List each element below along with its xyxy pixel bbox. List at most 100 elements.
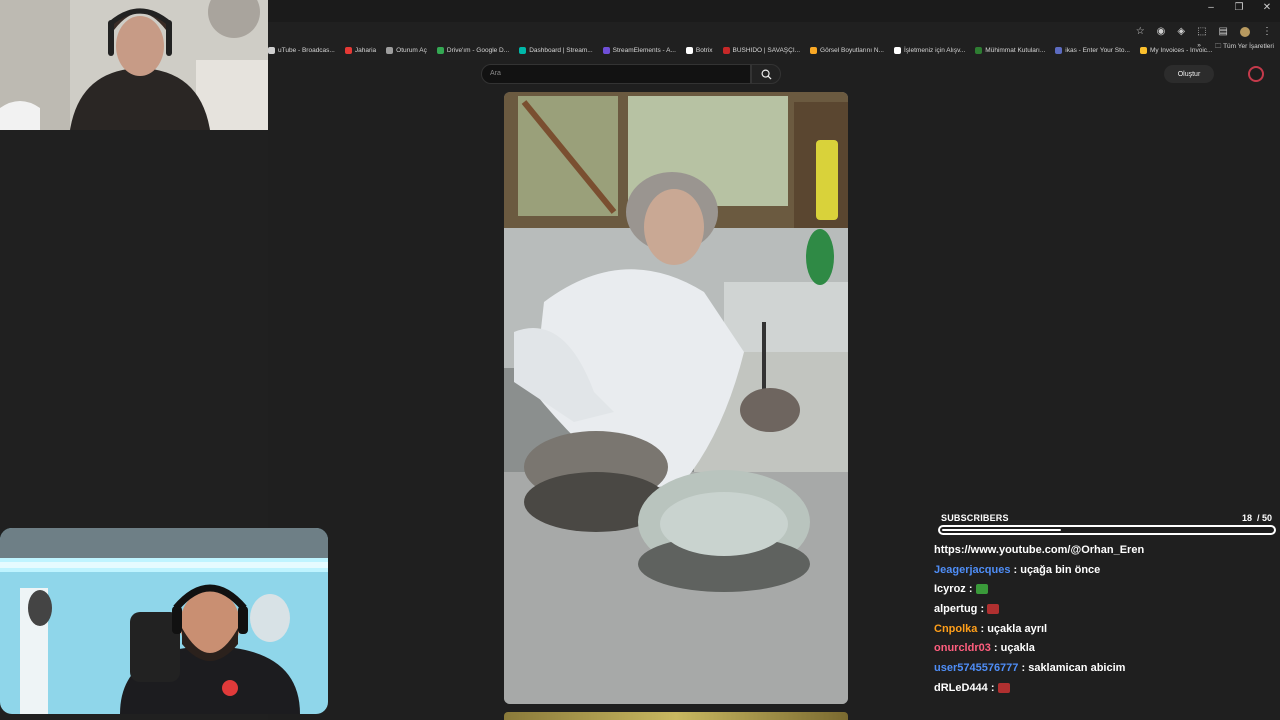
bookmark-item[interactable]: StreamElements - A... bbox=[602, 46, 676, 54]
bookmark-item[interactable]: BUSHIDO | SAVAŞÇI... bbox=[722, 46, 801, 54]
chat-message: dRLeD444 : bbox=[934, 679, 1280, 699]
bookmark-favicon-icon bbox=[344, 46, 352, 54]
bookmark-favicon-icon bbox=[602, 46, 610, 54]
subscribers-count: 18 / 50 bbox=[1242, 513, 1272, 523]
browser-toolbar-icons: ☆ ◉ ◈ ⬚ ▤ ⋮ bbox=[1136, 26, 1272, 37]
chat-text: uçakla bbox=[1000, 642, 1035, 655]
bookmark-label: StreamElements - A... bbox=[612, 46, 676, 54]
search-placeholder: Ara bbox=[490, 70, 501, 77]
bookmark-label: Mühimmat Kutuları... bbox=[985, 46, 1046, 54]
chat-message: Jeagerjacques : uçağa bin önce bbox=[934, 561, 1280, 581]
create-button[interactable]: Oluştur bbox=[1164, 65, 1214, 83]
bookmark-favicon-icon bbox=[519, 46, 527, 54]
chat-text: uçakla ayrıl bbox=[987, 622, 1048, 635]
bookmark-label: Oturum Aç bbox=[396, 46, 427, 54]
bookmark-item[interactable]: Jaharia bbox=[344, 46, 377, 54]
bookmark-label: Drive'ım - Google D... bbox=[446, 46, 510, 54]
chat-message: alpertug : bbox=[934, 600, 1280, 620]
chat-separator: : bbox=[990, 642, 1001, 655]
bookmark-favicon-icon bbox=[436, 46, 444, 54]
bookmark-favicon-icon bbox=[1139, 46, 1147, 54]
bookmark-favicon-icon bbox=[1055, 46, 1063, 54]
chat-username: user5745576777 bbox=[934, 662, 1019, 675]
bookmark-favicon-icon bbox=[386, 46, 394, 54]
minimize-button[interactable]: – bbox=[1204, 2, 1218, 13]
bookmarks-bar: uTube - Broadcas... Jaharia Oturum Aç Drive… bbox=[268, 42, 1280, 58]
bookmark-label: BUSHIDO | SAVAŞÇI... bbox=[732, 46, 801, 54]
bookmark-label: Dashboard | Stream... bbox=[529, 46, 593, 54]
star-icon[interactable]: ☆ bbox=[1136, 26, 1145, 37]
chat-overlay: https://www.youtube.com/@Orhan_Eren Jeage… bbox=[934, 541, 1280, 699]
chat-separator: : bbox=[977, 622, 988, 635]
chat-text: uçağa bin önce bbox=[1020, 563, 1101, 576]
puzzle-icon[interactable]: ⬚ bbox=[1197, 26, 1206, 37]
chat-message: https://www.youtube.com/@Orhan_Eren bbox=[934, 541, 1280, 561]
bookmark-item[interactable]: İşletmeniz için Alışv... bbox=[894, 46, 966, 54]
chat-message: user5745576777 : saklamican abicim bbox=[934, 659, 1280, 679]
bookmarks-more-button[interactable]: » bbox=[1197, 42, 1201, 53]
search-button[interactable] bbox=[751, 64, 781, 84]
bookmark-label: Görsel Boyutlarını N... bbox=[820, 46, 884, 54]
chat-username: dRLeD444 bbox=[934, 681, 988, 694]
extension-icon[interactable]: ◈ bbox=[1177, 26, 1185, 37]
bookmark-favicon-icon bbox=[894, 46, 901, 54]
bookmark-label: İşletmeniz için Alışv... bbox=[904, 46, 966, 54]
chat-separator: : bbox=[1010, 563, 1021, 576]
folder-icon: 🗀 bbox=[1214, 43, 1222, 50]
bookmark-item[interactable]: Dashboard | Stream... bbox=[519, 46, 593, 54]
webcam-top bbox=[0, 0, 268, 130]
bookmark-item[interactable]: Görsel Boyutlarını N... bbox=[810, 46, 884, 54]
close-button[interactable]: ✕ bbox=[1260, 2, 1274, 13]
chat-message: onurcldr03 : uçakla bbox=[934, 639, 1280, 659]
video-frame bbox=[504, 92, 848, 704]
next-video-thumbnail[interactable] bbox=[504, 712, 848, 720]
chat-username: Icyroz bbox=[934, 583, 966, 596]
bookmark-item[interactable]: Botrix bbox=[685, 46, 713, 54]
chat-emote-icon bbox=[987, 604, 1000, 615]
subscribers-current: 18 bbox=[1242, 513, 1253, 523]
bookmark-favicon-icon bbox=[268, 46, 275, 54]
subscribers-goal: / 50 bbox=[1257, 513, 1273, 523]
chat-separator: : bbox=[987, 681, 998, 694]
chat-separator: : bbox=[965, 583, 976, 596]
chat-message: Cnpolka : uçakla ayrıl bbox=[934, 620, 1280, 640]
chat-username: alpertug bbox=[934, 603, 978, 616]
avatar[interactable] bbox=[1248, 66, 1264, 82]
search-icon bbox=[761, 69, 772, 80]
chat-username: Jeagerjacques bbox=[934, 563, 1011, 576]
bookmark-label: Jaharia bbox=[354, 46, 377, 54]
webcam-bottom bbox=[0, 528, 328, 714]
bookmark-item[interactable]: Mühimmat Kutuları... bbox=[975, 46, 1046, 54]
chat-username: Cnpolka bbox=[934, 622, 978, 635]
menu-icon[interactable]: ⋮ bbox=[1262, 26, 1272, 37]
all-bookmarks-folder[interactable]: 🗀 Tüm Yer İşaretleri bbox=[1215, 42, 1274, 53]
chat-text: saklamican abicim bbox=[1028, 662, 1126, 675]
bookmark-label: Botrix bbox=[695, 46, 713, 54]
chat-separator: : bbox=[1018, 662, 1029, 675]
webcam-top-image bbox=[0, 0, 268, 130]
extension-icon[interactable]: ◉ bbox=[1157, 26, 1166, 37]
bookmark-item[interactable]: ikas - Enter Your Sto... bbox=[1055, 46, 1130, 54]
bookmark-favicon-icon bbox=[685, 46, 693, 54]
subscribers-progress-fill bbox=[942, 529, 1061, 531]
all-bookmarks-label: Tüm Yer İşaretleri bbox=[1223, 43, 1274, 50]
window-controls: – ❐ ✕ bbox=[1204, 2, 1274, 13]
bookmark-favicon-icon bbox=[975, 46, 983, 54]
restore-button[interactable]: ❐ bbox=[1232, 2, 1246, 13]
bookmark-favicon-icon bbox=[810, 46, 818, 54]
short-video-player[interactable] bbox=[504, 92, 848, 704]
webcam-bottom-image bbox=[0, 528, 328, 714]
bookmark-item[interactable]: uTube - Broadcas... bbox=[268, 46, 335, 54]
chat-separator: : bbox=[977, 603, 988, 616]
bookmark-label: ikas - Enter Your Sto... bbox=[1065, 46, 1130, 54]
bookmark-item[interactable]: Drive'ım - Google D... bbox=[436, 46, 510, 54]
sidebar-icon[interactable]: ▤ bbox=[1219, 26, 1228, 37]
subscribers-progress-bar bbox=[938, 525, 1276, 535]
subscribers-label: SUBSCRIBERS bbox=[941, 513, 1009, 523]
search-input[interactable]: Ara bbox=[481, 64, 751, 84]
chat-emote-icon bbox=[975, 584, 988, 595]
chat-text: https://www.youtube.com/@Orhan_Eren bbox=[934, 544, 1145, 556]
chat-message: Icyroz : bbox=[934, 580, 1280, 600]
profile-icon[interactable] bbox=[1240, 26, 1250, 37]
bookmark-item[interactable]: Oturum Aç bbox=[386, 46, 427, 54]
